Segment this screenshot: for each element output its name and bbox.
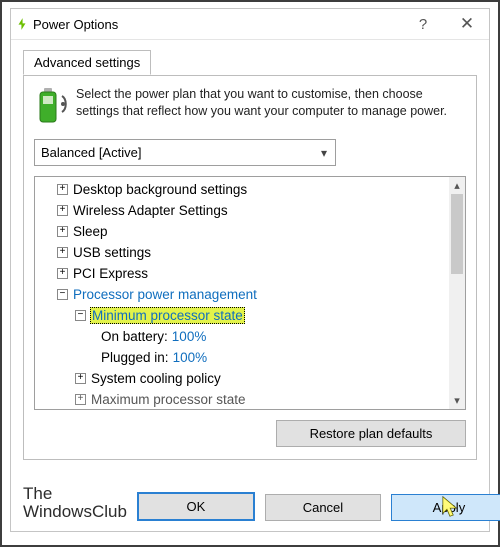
tree-item[interactable]: USB settings bbox=[73, 245, 151, 260]
tree-item[interactable]: PCI Express bbox=[73, 266, 148, 281]
on-battery-label: On battery: bbox=[101, 329, 168, 344]
tree-item[interactable]: Maximum processor state bbox=[91, 392, 246, 407]
titlebar: Power Options ? ✕ bbox=[11, 9, 489, 40]
expand-icon[interactable]: + bbox=[57, 247, 68, 258]
expand-icon[interactable]: + bbox=[57, 268, 68, 279]
power-options-dialog: Power Options ? ✕ Advanced settings bbox=[10, 8, 490, 532]
expand-icon[interactable]: + bbox=[57, 184, 68, 195]
tree-item[interactable]: System cooling policy bbox=[91, 371, 221, 386]
tree-item[interactable]: Desktop background settings bbox=[73, 182, 247, 197]
power-icon bbox=[11, 17, 33, 31]
battery-icon bbox=[34, 86, 76, 129]
help-button[interactable]: ? bbox=[401, 9, 445, 39]
expand-icon[interactable]: + bbox=[75, 373, 86, 384]
expand-icon[interactable]: + bbox=[57, 226, 68, 237]
plugged-in-value[interactable]: 100% bbox=[169, 350, 208, 365]
collapse-icon[interactable]: − bbox=[57, 289, 68, 300]
tree-item[interactable]: Sleep bbox=[73, 224, 108, 239]
expand-icon[interactable]: + bbox=[75, 394, 86, 405]
settings-tree[interactable]: + Desktop background settings + Wireless A… bbox=[34, 176, 466, 410]
tree-item-processor[interactable]: Processor power management bbox=[73, 287, 257, 302]
scrollbar[interactable]: ▴ ▾ bbox=[449, 177, 465, 409]
chevron-down-icon: ▾ bbox=[313, 146, 335, 160]
tab-page: Select the power plan that you want to c… bbox=[23, 75, 477, 460]
window-title: Power Options bbox=[33, 17, 401, 32]
on-battery-value[interactable]: 100% bbox=[168, 329, 207, 344]
apply-button[interactable]: Apply bbox=[391, 494, 500, 521]
watermark: TheWindowsClub bbox=[23, 485, 127, 521]
tab-advanced-settings[interactable]: Advanced settings bbox=[23, 50, 151, 75]
ok-button[interactable]: OK bbox=[137, 492, 255, 521]
plugged-in-label: Plugged in: bbox=[101, 350, 169, 365]
scroll-up-icon[interactable]: ▴ bbox=[449, 177, 465, 194]
expand-icon[interactable]: + bbox=[57, 205, 68, 216]
power-plan-value: Balanced [Active] bbox=[35, 145, 313, 160]
power-plan-select[interactable]: Balanced [Active] ▾ bbox=[34, 139, 336, 166]
cancel-button[interactable]: Cancel bbox=[265, 494, 381, 521]
restore-defaults-button[interactable]: Restore plan defaults bbox=[276, 420, 466, 447]
collapse-icon[interactable]: − bbox=[75, 310, 86, 321]
tree-item[interactable]: Wireless Adapter Settings bbox=[73, 203, 228, 218]
scroll-down-icon[interactable]: ▾ bbox=[449, 392, 465, 409]
description-text: Select the power plan that you want to c… bbox=[76, 86, 466, 129]
tree-item-min-proc-state[interactable]: Minimum processor state bbox=[90, 307, 245, 324]
scroll-thumb[interactable] bbox=[451, 194, 463, 274]
close-button[interactable]: ✕ bbox=[445, 9, 489, 39]
